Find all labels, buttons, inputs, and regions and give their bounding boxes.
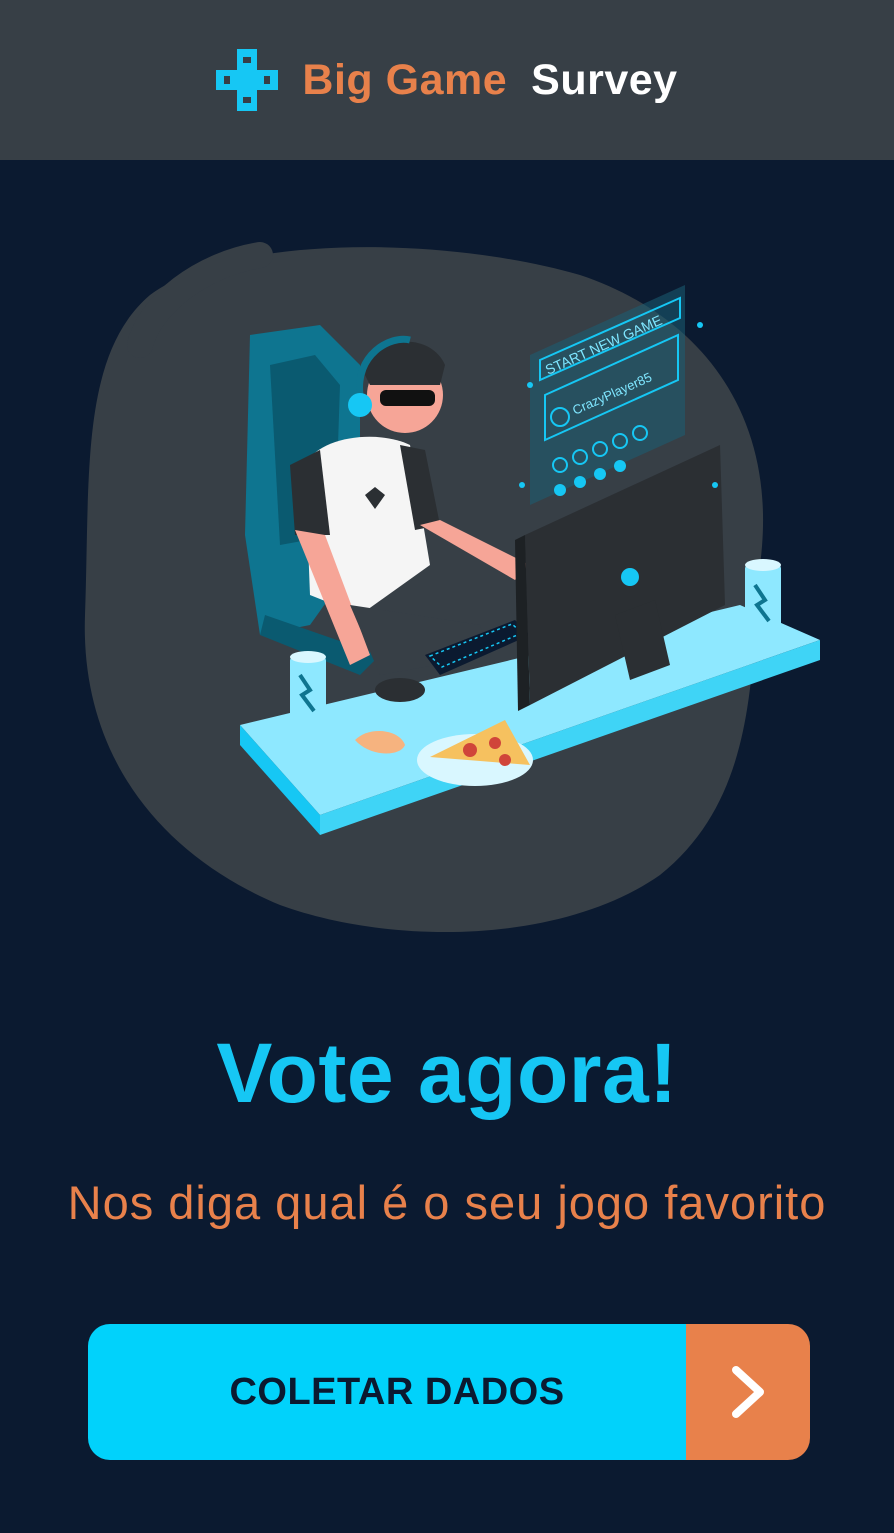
energy-can-right — [745, 559, 781, 635]
collect-data-button-label: COLETAR DADOS — [229, 1370, 565, 1413]
page-title: Vote agora! — [216, 1026, 678, 1120]
collect-data-button[interactable]: COLETAR DADOS — [88, 1324, 810, 1460]
brand-name-second: Survey — [531, 55, 678, 104]
energy-can-left — [290, 651, 326, 725]
gamepad-cross-icon — [216, 49, 279, 111]
brand-logo[interactable]: Big Game Survey — [216, 49, 677, 111]
page-subtitle: Nos diga qual é o seu jogo favorito — [67, 1176, 827, 1229]
chevron-right-icon — [732, 1366, 764, 1418]
collect-data-button-body[interactable]: COLETAR DADOS — [88, 1324, 686, 1460]
app-header: Big Game Survey — [0, 0, 894, 160]
brand-name-first: Big Game — [302, 55, 508, 104]
gamer-at-desk-illustration: START NEW GAME CrazyPlayer85 — [84, 242, 820, 933]
collect-data-arrow[interactable] — [686, 1324, 810, 1460]
